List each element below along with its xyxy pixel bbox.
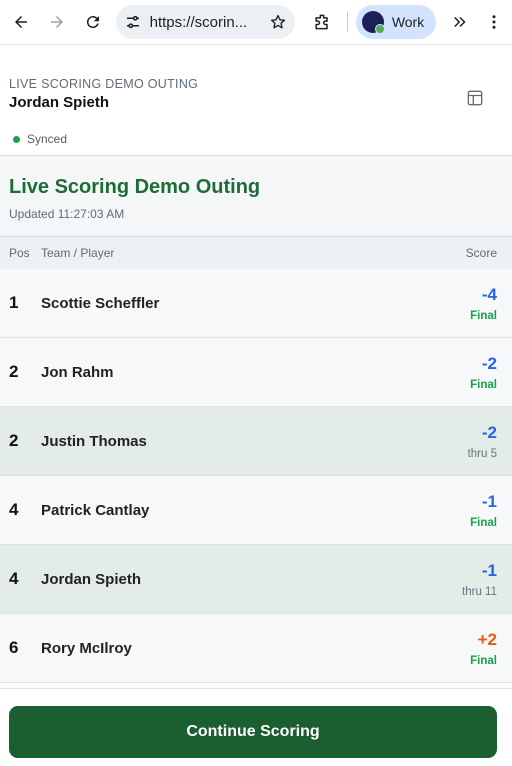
star-icon[interactable] (269, 13, 287, 31)
table-row[interactable]: 2 Justin Thomas -2 thru 5 (0, 407, 512, 476)
row-status: Final (470, 309, 497, 322)
table-row[interactable]: 2 Jon Rahm -2 Final (0, 338, 512, 407)
leaderboard-title: Live Scoring Demo Outing (9, 176, 261, 198)
row-position: 2 (9, 362, 19, 381)
browser-menu-button[interactable] (482, 10, 506, 34)
profile-button[interactable]: Work (355, 5, 437, 39)
row-player-name: Jordan Spieth (41, 570, 142, 588)
row-score: +2 (477, 629, 497, 649)
row-position: 6 (9, 638, 19, 657)
leaderboard-header: Live Scoring Demo Outing Updated 11:27:0… (0, 156, 512, 237)
col-score: Score (465, 246, 497, 260)
extensions-icon (315, 14, 328, 30)
row-status: thru 5 (467, 447, 497, 460)
row-status: thru 11 (462, 585, 497, 598)
row-position: 4 (9, 500, 19, 519)
row-player-name: Jon Rahm (41, 363, 114, 381)
row-score: -4 (481, 284, 497, 304)
row-score-box: -2 thru 5 (468, 423, 497, 460)
app-header: LIVE SCORING DEMO OUTING Jordan Spieth S… (0, 45, 512, 156)
back-arrow-icon (14, 16, 27, 28)
row-score-box: -1 thru 11 (462, 561, 497, 598)
row-score-box: -1 Final (470, 492, 497, 529)
forward-button[interactable] (42, 7, 72, 37)
address-bar[interactable]: https://scorin... (115, 5, 295, 39)
profile-avatar-icon (361, 11, 385, 34)
leaderboard-rows: 1 Scottie Scheffler -4 Final 2 Jon Rahm -2 Fina… (0, 269, 512, 683)
kebab-menu-icon (492, 15, 496, 29)
reload-button[interactable] (78, 7, 108, 37)
sync-status-text: Synced (27, 132, 68, 146)
row-score: -1 (481, 491, 497, 511)
row-player-name: Justin Thomas (41, 432, 147, 450)
current-player-name: Jordan Spieth (9, 94, 110, 111)
outing-label: LIVE SCORING DEMO OUTING (9, 77, 199, 91)
layout-icon (467, 90, 483, 106)
column-header: Pos Team / Player Score (0, 237, 512, 269)
table-row[interactable]: 1 Scottie Scheffler -4 Final (0, 269, 512, 338)
table-row[interactable]: 4 Jordan Spieth -1 thru 11 (0, 545, 512, 614)
row-status: Final (470, 516, 497, 529)
row-score: -2 (481, 353, 497, 373)
browser-toolbar: https://scorin... Work (0, 0, 512, 45)
sync-status: Synced (13, 132, 67, 146)
row-score-box: -2 Final (470, 354, 497, 391)
site-settings-icon[interactable] (124, 13, 142, 31)
row-status: Final (470, 654, 497, 667)
forward-arrow-icon (50, 16, 63, 28)
row-score-box: -4 Final (470, 285, 497, 322)
footer-bar: Continue Scoring (0, 688, 512, 766)
reload-icon (86, 16, 99, 29)
continue-scoring-button[interactable]: Continue Scoring (9, 706, 497, 758)
row-score: -2 (481, 422, 497, 442)
layout-toggle-button[interactable] (464, 87, 486, 109)
last-updated: Updated 11:27:03 AM (9, 207, 125, 221)
row-score: -1 (481, 560, 497, 580)
row-player-name: Rory McIlroy (41, 639, 132, 657)
row-position: 2 (9, 431, 19, 450)
col-pos: Pos (9, 246, 30, 260)
profile-label: Work (391, 14, 425, 30)
table-row[interactable]: 4 Patrick Cantlay -1 Final (0, 476, 512, 545)
row-position: 4 (9, 569, 19, 588)
row-position: 1 (9, 293, 19, 312)
row-status: Final (470, 378, 497, 391)
back-button[interactable] (6, 7, 36, 37)
more-extensions-icon (454, 16, 466, 28)
col-team-player: Team / Player (41, 246, 115, 260)
toolbar-divider (346, 12, 348, 32)
more-extensions-button[interactable] (448, 10, 472, 34)
extensions-button[interactable] (309, 9, 335, 35)
url-text[interactable]: https://scorin... (150, 14, 265, 31)
row-score-box: +2 Final (470, 630, 497, 667)
sync-dot-icon (13, 135, 20, 143)
row-player-name: Scottie Scheffler (41, 294, 160, 312)
row-player-name: Patrick Cantlay (41, 501, 150, 519)
table-row[interactable]: 6 Rory McIlroy +2 Final (0, 614, 512, 683)
